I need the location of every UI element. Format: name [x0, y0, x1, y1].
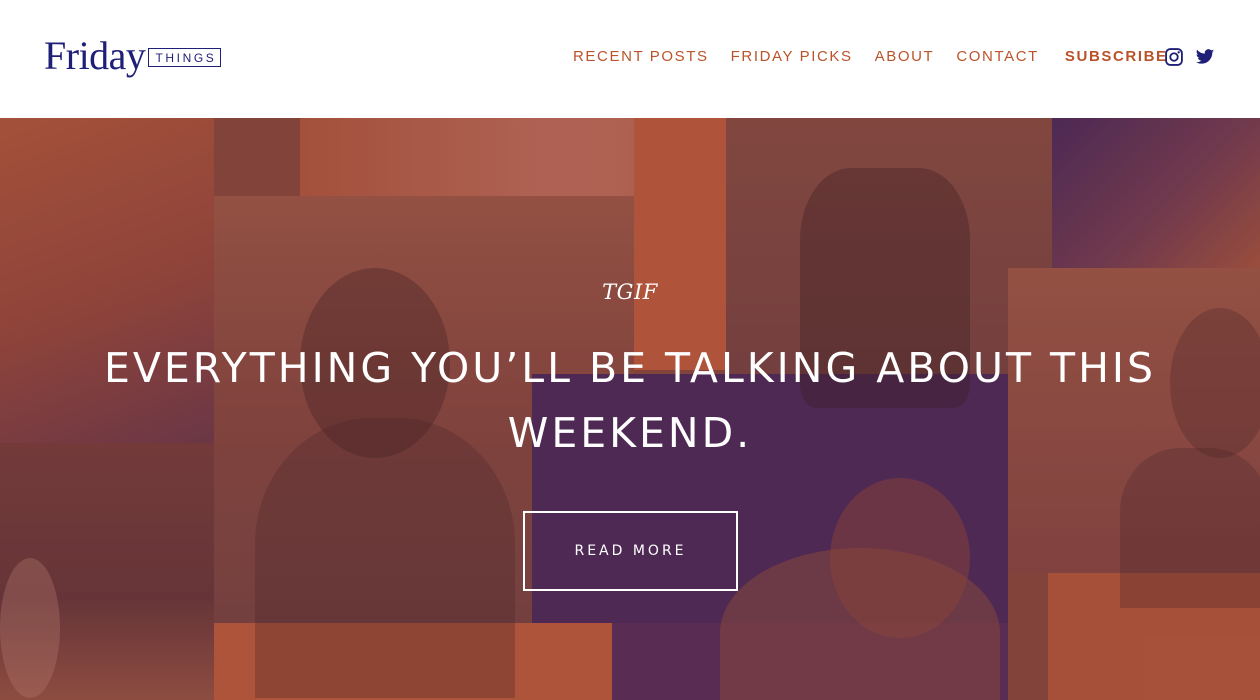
site-header: Friday THINGS RECENT POSTS FRIDAY PICKS …	[0, 0, 1260, 118]
read-more-button[interactable]: READ MORE	[523, 511, 738, 591]
main-nav: RECENT POSTS FRIDAY PICKS ABOUT CONTACT …	[573, 48, 1168, 66]
nav-contact[interactable]: CONTACT	[956, 48, 1039, 66]
nav-recent-posts[interactable]: RECENT POSTS	[573, 48, 709, 66]
nav-about[interactable]: ABOUT	[875, 48, 935, 66]
post-category[interactable]: TGIF	[0, 280, 1260, 304]
site-logo[interactable]: Friday THINGS	[44, 33, 222, 82]
hero-banner: TGIF EVERYTHING YOU’LL BE TALKING ABOUT …	[0, 118, 1260, 700]
logo-badge: THINGS	[148, 48, 222, 67]
social-links	[1164, 47, 1226, 67]
nav-friday-picks[interactable]: FRIDAY PICKS	[731, 48, 853, 66]
instagram-icon[interactable]	[1164, 47, 1184, 67]
logo-word: Friday	[44, 33, 146, 78]
hero-headline[interactable]: EVERYTHING YOU’LL BE TALKING ABOUT THIS …	[40, 336, 1220, 466]
nav-subscribe[interactable]: SUBSCRIBE	[1065, 48, 1168, 66]
twitter-icon[interactable]	[1195, 47, 1215, 67]
